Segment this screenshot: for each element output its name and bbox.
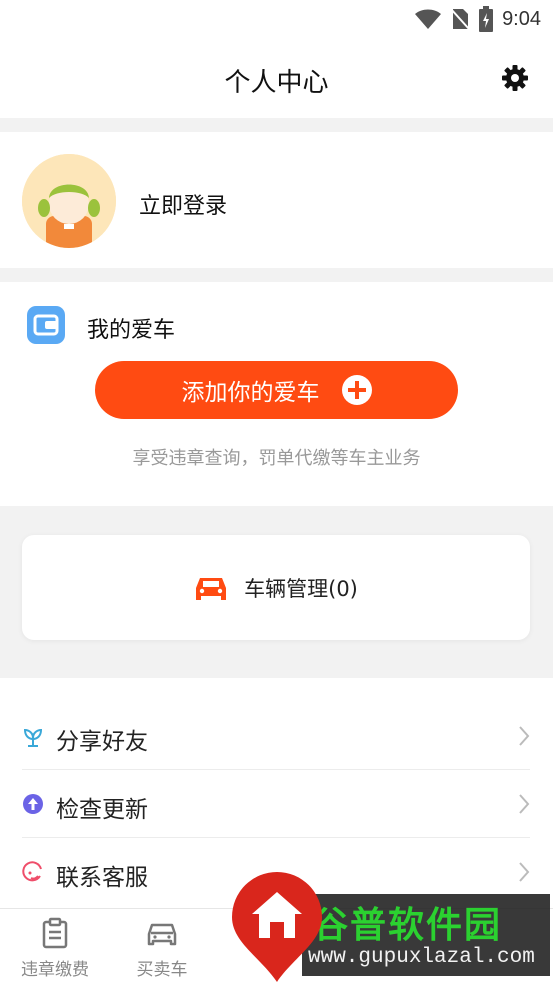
tab-label: 违章缴费 [21, 960, 89, 980]
vehicle-management-card[interactable]: 车辆管理(0) [22, 535, 530, 640]
login-link[interactable]: 立即登录 [139, 188, 227, 220]
add-car-label: 添加你的爱车 [181, 380, 320, 406]
my-car-subtitle: 享受违章查询，罚单代缴等车主业务 [132, 448, 421, 469]
menu-item-label: 分享好友 [56, 729, 148, 755]
no-sim-icon [450, 8, 470, 30]
status-bar: 9:04 [0, 0, 553, 40]
wifi-icon [415, 9, 442, 29]
chevron-right-icon [519, 726, 530, 746]
add-car-button[interactable]: 添加你的爱车 [95, 361, 458, 419]
clipboard-icon [42, 917, 68, 949]
header: 个人中心 [0, 40, 553, 118]
share-flower-icon [23, 728, 43, 747]
avatar-girl-icon [22, 154, 116, 248]
menu-item-share[interactable]: 分享好友 [22, 702, 530, 770]
plus-circle-icon [341, 375, 372, 405]
vehicle-management-label: 车辆管理(0) [244, 576, 358, 601]
wallet-icon [27, 306, 65, 344]
my-car-title: 我的爱车 [87, 318, 176, 343]
watermark: 谷普软件园 www.gupuxlazal.com [230, 872, 553, 983]
page-title: 个人中心 [224, 68, 329, 98]
customer-service-icon [22, 861, 42, 882]
tab-violation-payment[interactable]: 违章缴费 [0, 909, 110, 983]
update-arrow-icon [23, 794, 43, 814]
tab-label: 买卖车 [136, 960, 188, 980]
car-icon [196, 577, 227, 600]
status-icons: 9:04 [414, 6, 541, 32]
menu-item-check-update[interactable]: 检查更新 [22, 770, 530, 838]
menu-item-label: 联系客服 [56, 865, 148, 891]
vehicle-section: 车辆管理(0) [0, 518, 553, 664]
chevron-right-icon [519, 794, 530, 814]
avatar[interactable] [22, 154, 116, 248]
car-icon [147, 923, 177, 946]
battery-icon [479, 6, 494, 32]
watermark-url: www.gupuxlazal.com [308, 946, 535, 969]
my-car-section: 我的爱车 添加你的爱车 享受违章查询，罚单代缴等车主业务 [0, 282, 553, 506]
menu-item-label: 检查更新 [56, 797, 148, 823]
watermark-title: 谷普软件园 [312, 905, 503, 946]
tab-buy-sell-car[interactable]: 买卖车 [107, 909, 217, 983]
watermark-banner: 谷普软件园 www.gupuxlazal.com [302, 894, 550, 976]
home-pin-icon [232, 872, 322, 982]
gear-icon[interactable] [501, 64, 529, 92]
status-time: 9:04 [502, 7, 541, 30]
profile-card[interactable]: 立即登录 [0, 132, 553, 268]
